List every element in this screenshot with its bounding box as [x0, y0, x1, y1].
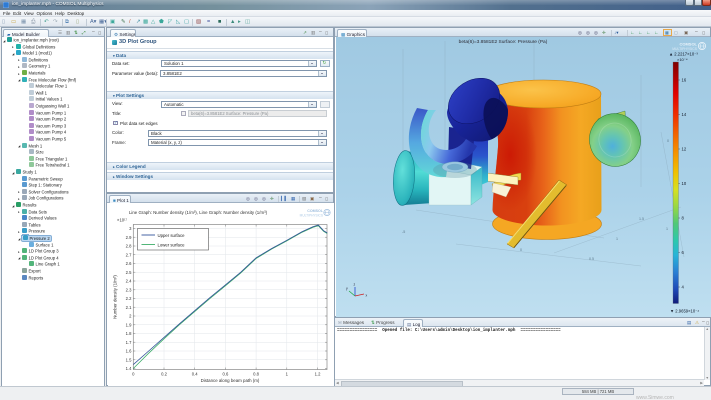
svg-text:16: 16	[682, 78, 687, 83]
svg-text:2.5: 2.5	[126, 270, 132, 275]
svg-text:1.6: 1.6	[126, 349, 132, 354]
svg-text:Number density (1/m³): Number density (1/m³)	[113, 275, 118, 319]
svg-text:×10⁻⁴: ×10⁻⁴	[677, 57, 688, 62]
svg-text:1.8: 1.8	[126, 331, 132, 336]
svg-text:0.5: 0.5	[589, 257, 594, 261]
svg-text:2.3: 2.3	[126, 287, 132, 292]
svg-text:COMSOL: COMSOL	[307, 209, 324, 213]
svg-text:14: 14	[682, 112, 687, 117]
svg-text:Line Graph: Number density (1/: Line Graph: Number density (1/m³), Line …	[129, 210, 268, 215]
svg-text:1.2: 1.2	[315, 372, 321, 377]
svg-text:0.2: 0.2	[161, 372, 167, 377]
svg-text:COMSOL: COMSOL	[679, 42, 697, 47]
svg-text:y: y	[346, 287, 348, 291]
svg-text:2.4: 2.4	[126, 279, 132, 284]
svg-text:1: 1	[666, 227, 668, 231]
svg-text:2.1: 2.1	[126, 305, 132, 310]
svg-text:1: 1	[616, 237, 618, 241]
svg-text:0.4: 0.4	[192, 372, 198, 377]
svg-text:10: 10	[682, 181, 687, 186]
svg-text:0.6: 0.6	[222, 372, 228, 377]
svg-text:1.7: 1.7	[126, 340, 132, 345]
svg-text:beta(6)=3.8581E2 Surface: Pre: beta(6)=3.8581E2 Surface: Pressure (Pa)	[459, 39, 548, 45]
svg-text:2.8: 2.8	[126, 244, 132, 249]
svg-text:0: 0	[667, 139, 669, 143]
svg-text:▼ 2.9659×10⁻⁴: ▼ 2.9659×10⁻⁴	[670, 309, 699, 314]
svg-text:z: z	[354, 283, 356, 287]
svg-text:-5: -5	[402, 230, 405, 234]
svg-text:2.9: 2.9	[126, 235, 132, 240]
svg-text:Distance along beam path (m): Distance along beam path (m)	[201, 378, 260, 383]
svg-text:12: 12	[682, 147, 687, 152]
svg-text:Upper surface: Upper surface	[158, 233, 186, 238]
svg-text:×10¹⁷: ×10¹⁷	[117, 218, 127, 223]
svg-text:2.6: 2.6	[126, 261, 132, 266]
svg-text:MULTIPHYSICS: MULTIPHYSICS	[300, 214, 323, 218]
svg-text:1.9: 1.9	[126, 322, 132, 327]
svg-text:1.5: 1.5	[126, 357, 132, 362]
svg-text:1.5: 1.5	[639, 217, 644, 221]
svg-text:0.8: 0.8	[253, 372, 259, 377]
svg-text:0: 0	[520, 248, 522, 252]
svg-text:▲ 2.2217×10⁻³: ▲ 2.2217×10⁻³	[669, 52, 698, 57]
svg-text:1.4: 1.4	[126, 366, 132, 371]
svg-text:MULTIPHYSICS: MULTIPHYSICS	[672, 47, 698, 51]
svg-text:Lower surface: Lower surface	[158, 242, 186, 247]
svg-text:2.2: 2.2	[126, 296, 132, 301]
svg-text:x: x	[366, 294, 368, 298]
svg-text:2.7: 2.7	[126, 252, 132, 257]
